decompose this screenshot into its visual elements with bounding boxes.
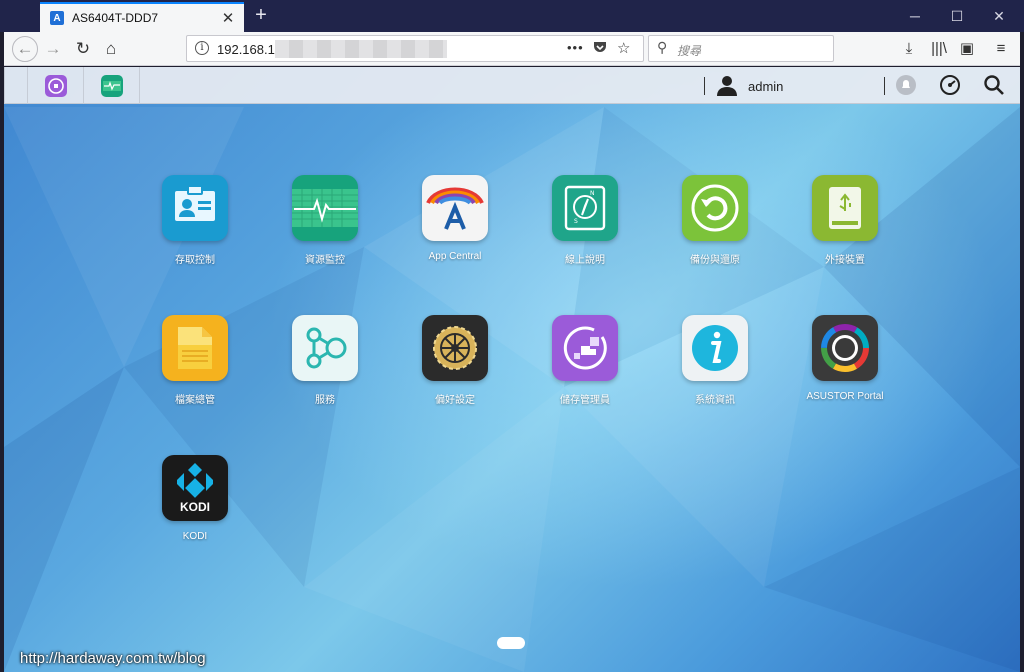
kodi-icon: KODI xyxy=(162,455,228,521)
navigation-bar: ← → ↻ ⌂ i 192.168.1 ••• ☆ ⚲ 搜尋 ⤓ |||\ ▣ … xyxy=(4,32,1020,66)
nas-taskbar: admin xyxy=(4,67,1020,104)
svg-text:S: S xyxy=(574,218,578,225)
url-redaction xyxy=(275,40,447,58)
taskbar-app-button[interactable] xyxy=(28,67,84,104)
file-explorer-icon xyxy=(162,315,228,381)
download-icon[interactable]: ⤓ xyxy=(896,36,922,62)
toolbar-separator xyxy=(884,77,885,95)
app-preferences[interactable]: 偏好設定 xyxy=(395,315,515,415)
app-label: KODI xyxy=(182,531,208,542)
search-placeholder: 搜尋 xyxy=(677,44,702,58)
nas-desktop: admin 存取控制 資源監控 App Central N S 線上說明 備份與… xyxy=(4,67,1020,672)
app-label: 備份與還原 xyxy=(690,255,740,266)
bookmark-star-icon[interactable]: ☆ xyxy=(617,39,630,57)
user-separator xyxy=(704,77,705,95)
system-info-icon xyxy=(682,315,748,381)
tab-title: AS6404T-DDD7 xyxy=(72,11,159,25)
app-file-explorer[interactable]: 檔案總管 xyxy=(135,315,255,415)
taskbar-app-button[interactable] xyxy=(84,67,140,104)
site-info-icon[interactable]: i xyxy=(195,41,209,55)
maximize-icon[interactable]: ☐ xyxy=(942,6,972,26)
preferences-icon xyxy=(422,315,488,381)
app-backup-restore[interactable]: 備份與還原 xyxy=(655,175,775,275)
access-control-icon xyxy=(162,175,228,241)
app-asustor-portal[interactable]: ASUSTOR Portal xyxy=(785,315,905,415)
app-label: 存取控制 xyxy=(175,255,215,266)
storage-manager-mini-icon xyxy=(44,74,67,97)
menu-icon[interactable]: ≡ xyxy=(988,36,1014,62)
watermark-text: http://hardaway.com.tw/blog xyxy=(20,650,206,667)
tab-close-icon[interactable]: ✕ xyxy=(218,9,238,27)
svg-text:KODI: KODI xyxy=(180,500,210,514)
search-icon[interactable] xyxy=(982,73,1006,97)
app-label: 檔案總管 xyxy=(175,395,215,406)
resource-monitor-mini-icon xyxy=(100,74,123,97)
app-label: 系統資訊 xyxy=(695,395,735,406)
app-label: 資源監控 xyxy=(305,255,345,266)
minimize-icon[interactable]: ─ xyxy=(900,6,930,26)
url-text: 192.168.1 xyxy=(217,42,275,57)
app-resource-monitor[interactable]: 資源監控 xyxy=(265,175,385,275)
app-online-help[interactable]: NS 線上說明 xyxy=(525,175,645,275)
resource-monitor-icon xyxy=(292,175,358,241)
external-devices-icon xyxy=(812,175,878,241)
app-label: 外接裝置 xyxy=(825,255,865,266)
pocket-icon[interactable] xyxy=(593,40,607,57)
library-icon[interactable]: |||\ xyxy=(926,36,952,62)
url-bar[interactable]: i 192.168.1 ••• ☆ xyxy=(186,35,644,62)
svg-text:N: N xyxy=(590,190,595,197)
title-bar: A AS6404T-DDD7 ✕ + ─ ☐ ✕ xyxy=(0,0,1024,32)
app-label: 線上說明 xyxy=(565,255,605,266)
app-central-icon xyxy=(422,175,488,241)
app-label: 儲存管理員 xyxy=(560,395,610,406)
app-label: 服務 xyxy=(315,395,335,406)
user-icon[interactable] xyxy=(716,74,738,96)
app-external-devices[interactable]: 外接裝置 xyxy=(785,175,905,275)
user-name[interactable]: admin xyxy=(748,79,783,94)
app-label: ASUSTOR Portal xyxy=(806,391,884,402)
storage-manager-icon xyxy=(552,315,618,381)
asustor-portal-icon xyxy=(812,315,878,381)
app-label: 偏好設定 xyxy=(435,395,475,406)
notification-icon[interactable] xyxy=(894,73,918,97)
new-tab-button[interactable]: + xyxy=(250,4,272,28)
back-arrow-icon[interactable]: ← xyxy=(12,36,38,62)
app-system-info[interactable]: 系統資訊 xyxy=(655,315,775,415)
app-label: App Central xyxy=(428,251,482,262)
backup-restore-icon xyxy=(682,175,748,241)
online-help-icon: NS xyxy=(552,175,618,241)
asustor-favicon-icon: A xyxy=(50,11,64,25)
window-close-icon[interactable]: ✕ xyxy=(984,6,1014,26)
app-storage-manager[interactable]: 儲存管理員 xyxy=(525,315,645,415)
search-icon: ⚲ xyxy=(657,39,668,55)
home-icon[interactable]: ⌂ xyxy=(98,36,124,62)
services-icon xyxy=(292,315,358,381)
app-kodi[interactable]: KODI KODI xyxy=(135,455,255,555)
taskbar-edge xyxy=(4,67,28,104)
browser-tab[interactable]: A AS6404T-DDD7 ✕ xyxy=(40,2,244,32)
app-app-central[interactable]: App Central xyxy=(395,175,515,275)
sidebar-icon[interactable]: ▣ xyxy=(954,36,980,62)
reload-icon[interactable]: ↻ xyxy=(70,36,96,62)
dashboard-gauge-icon[interactable] xyxy=(938,73,962,97)
page-indicator[interactable] xyxy=(497,637,525,649)
search-bar[interactable]: ⚲ 搜尋 xyxy=(648,35,834,62)
app-services[interactable]: 服務 xyxy=(265,315,385,415)
browser-window: A AS6404T-DDD7 ✕ + ─ ☐ ✕ ← → ↻ ⌂ i 192.1… xyxy=(0,0,1024,672)
page-actions-icon[interactable]: ••• xyxy=(567,40,584,55)
forward-arrow-icon[interactable]: → xyxy=(40,36,66,62)
app-access-control[interactable]: 存取控制 xyxy=(135,175,255,275)
